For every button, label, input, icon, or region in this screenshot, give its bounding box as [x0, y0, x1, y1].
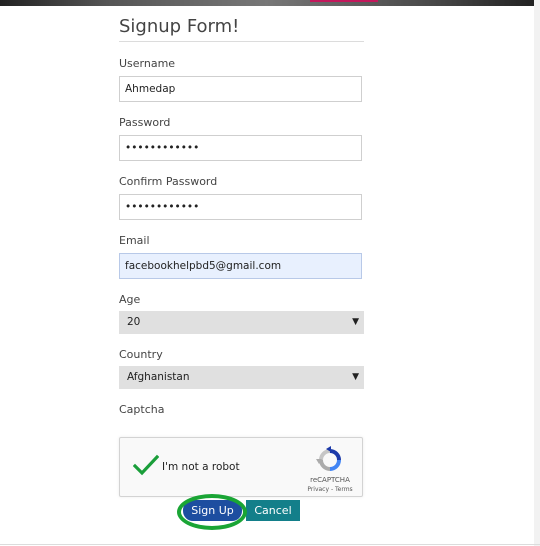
email-field[interactable]: facebookhelpbd5@gmail.com — [119, 253, 362, 279]
captcha-label: Captcha — [119, 403, 165, 416]
username-label: Username — [119, 57, 176, 70]
confirm-password-field[interactable]: •••••••••••• — [119, 194, 362, 220]
age-select[interactable]: 20 ▼ — [119, 311, 364, 334]
age-select-value: 20 — [127, 316, 141, 328]
age-label: Age — [119, 293, 141, 306]
country-label: Country — [119, 348, 163, 361]
signup-button[interactable]: Sign Up — [183, 500, 242, 521]
recaptcha-links[interactable]: Privacy - Terms — [301, 486, 359, 493]
confirm-password-label: Confirm Password — [119, 175, 218, 188]
page-edge — [534, 0, 540, 546]
dropdown-caret-icon: ▼ — [352, 317, 359, 327]
recaptcha-logo-icon — [316, 446, 344, 474]
checkmark-icon[interactable] — [132, 454, 160, 478]
recaptcha-widget: I'm not a robot reCAPTCHA Privacy - Term… — [119, 437, 363, 497]
country-select[interactable]: Afghanistan ▼ — [119, 366, 364, 389]
password-field[interactable]: •••••••••••• — [119, 135, 362, 161]
form-fields: Username Ahmedap Password •••••••••••• C… — [119, 0, 364, 546]
country-select-value: Afghanistan — [127, 371, 190, 383]
recaptcha-brand: reCAPTCHA — [310, 476, 350, 484]
password-label: Password — [119, 116, 171, 129]
bottom-divider — [0, 544, 540, 545]
dropdown-caret-icon: ▼ — [352, 372, 359, 382]
username-field[interactable]: Ahmedap — [119, 76, 362, 102]
cancel-button[interactable]: Cancel — [246, 500, 300, 521]
email-label: Email — [119, 234, 150, 247]
recaptcha-checkbox-text: I'm not a robot — [162, 461, 240, 473]
